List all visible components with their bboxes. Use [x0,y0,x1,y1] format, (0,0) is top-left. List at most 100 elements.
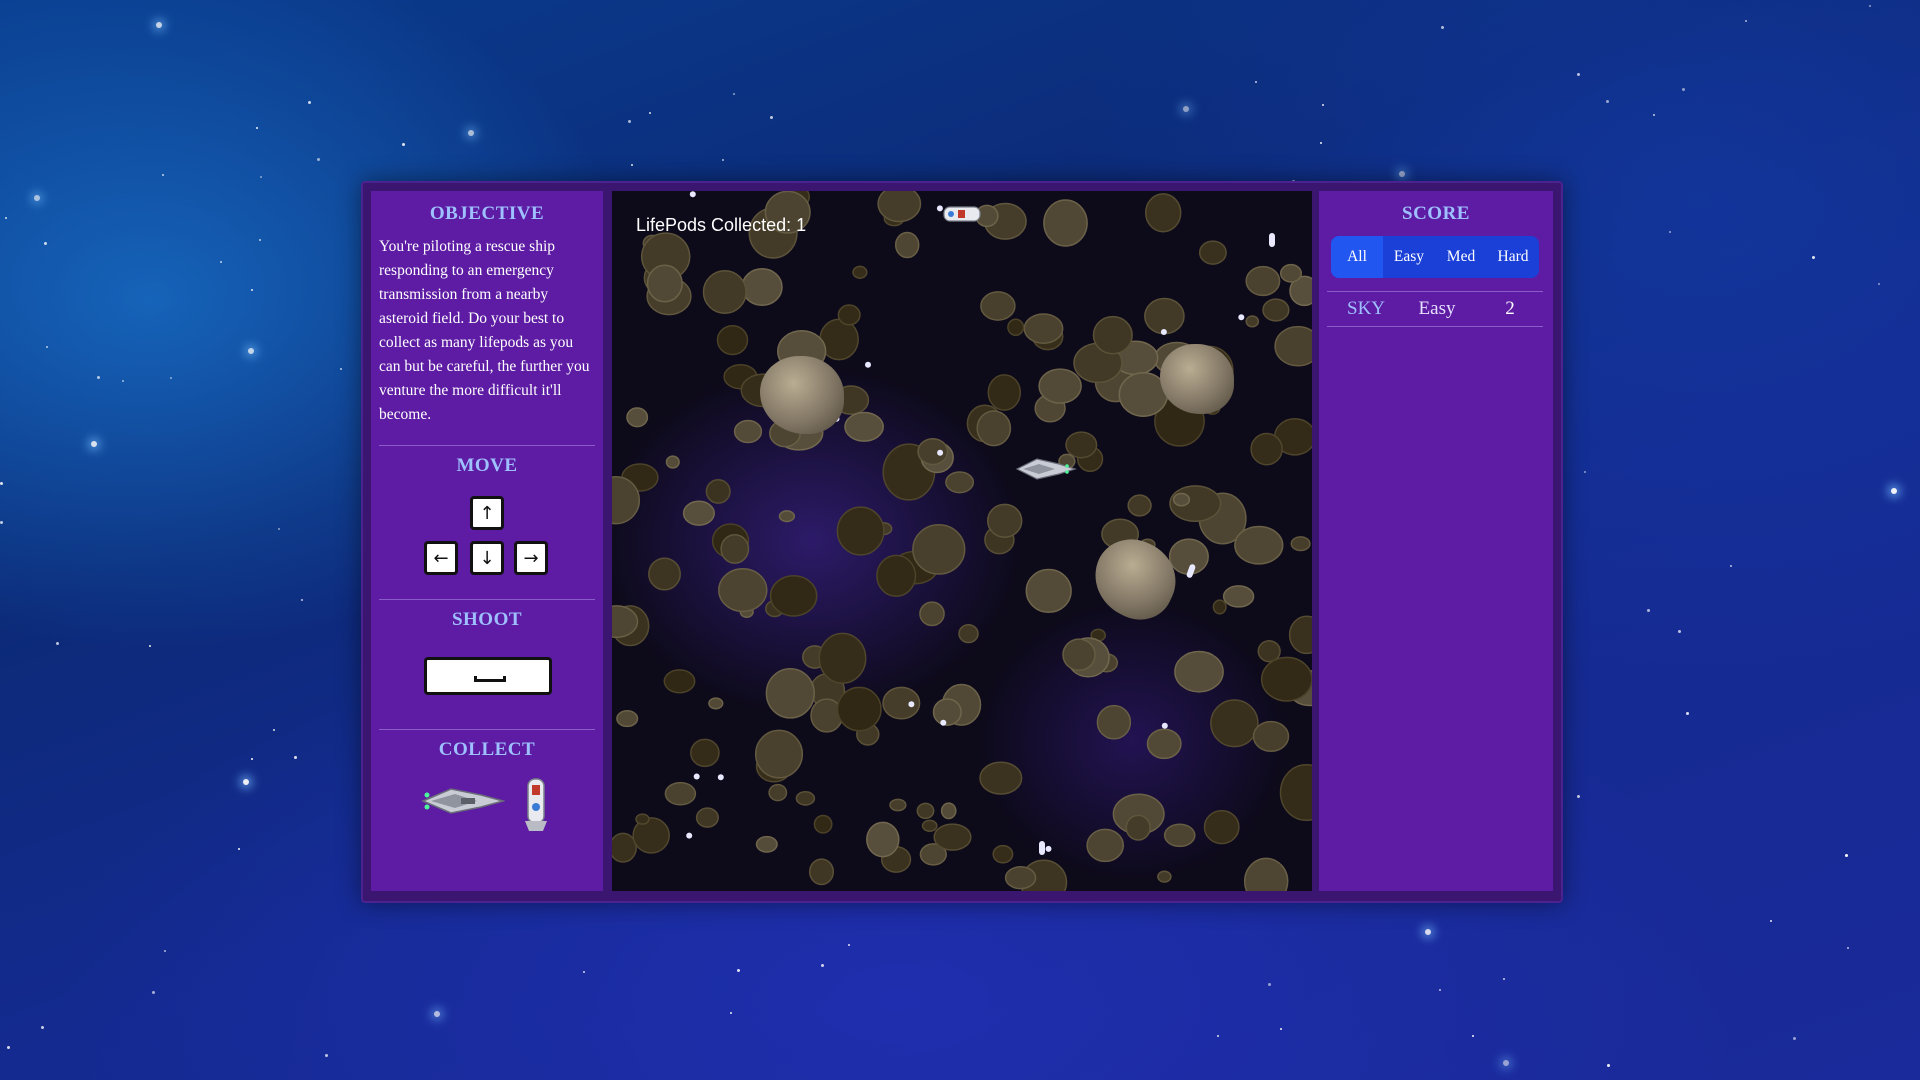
star [259,239,261,241]
star [1770,920,1772,922]
star [1869,5,1871,7]
asteroid [1210,699,1259,748]
tab-easy[interactable]: Easy [1383,236,1435,278]
asteroid [1279,263,1303,283]
star [1503,1060,1509,1066]
debris-particle [1045,845,1052,852]
star [152,991,155,994]
tab-all[interactable]: All [1331,236,1383,278]
asteroid [1043,199,1088,247]
asteroid [1062,638,1096,672]
asteroid [1174,650,1224,693]
asteroid [1203,809,1240,845]
debris-particle [1161,722,1168,729]
debris-particle [940,719,947,726]
asteroid [755,835,778,853]
asteroid [663,669,696,694]
star [340,368,342,370]
asteroid [695,807,719,828]
divider [379,445,595,446]
asteroid [866,821,900,858]
star [1653,114,1655,116]
objective-description: You're piloting a rescue ship responding… [379,238,590,423]
star [5,217,7,219]
asteroid-field [612,191,1312,891]
star [256,127,258,129]
star [56,642,59,645]
asteroid [1252,720,1290,752]
star [34,195,40,201]
game-canvas[interactable]: LifePods Collected: 1 [612,191,1312,891]
star [260,176,262,178]
star [730,1012,732,1014]
tab-hard[interactable]: Hard [1487,236,1539,278]
asteroid [720,533,750,564]
asteroid [646,264,683,303]
tab-med[interactable]: Med [1435,236,1487,278]
asteroid [852,265,868,279]
star [1878,283,1880,285]
asteroid [1146,728,1182,760]
instructions-panel: OBJECTIVE You're piloting a rescue ship … [371,191,603,891]
star [273,729,275,731]
asteroid [1096,704,1132,740]
asteroid [1245,315,1260,328]
asteroid [837,304,861,326]
asteroid [1172,492,1191,507]
asteroid [877,191,922,223]
asteroid [808,858,835,886]
asteroid [976,410,1012,447]
star [1441,26,1444,29]
debris-particle [937,449,944,456]
asteroid [836,686,882,732]
star [468,130,474,136]
asteroid [716,324,749,356]
star [1183,106,1189,112]
asteroid [1086,828,1125,863]
asteroid [1260,656,1312,702]
asteroid [690,738,720,768]
star [1745,20,1747,22]
debris-particle [908,701,915,708]
asteroid [876,554,917,597]
star [1845,854,1848,857]
star [317,158,320,161]
debris-particle [1238,314,1245,321]
asteroid [1279,763,1312,822]
asteroid [718,568,768,613]
right-arrow-key: → [514,541,548,575]
shoot-heading: SHOOT [451,609,523,630]
star [1847,947,1849,949]
spacebar-key [424,657,552,695]
left-arrow-key: ← [424,541,458,575]
lifepod-icon [525,778,547,831]
asteroid [940,802,957,820]
asteroid [1023,313,1064,344]
asteroid [894,231,920,259]
star [770,116,773,119]
star [243,779,249,785]
asteroid [912,524,966,575]
asteroid [626,407,649,428]
star [1320,142,1322,144]
star [1399,171,1405,177]
star [251,289,253,291]
star [122,380,124,382]
asteroid [1144,297,1185,335]
star [301,599,303,601]
up-arrow-key: ↑ [470,496,504,530]
score-points: 2 [1505,298,1515,319]
asteroid [1243,857,1289,891]
star [220,261,222,263]
asteroid [836,506,885,556]
divider [379,599,595,600]
asteroid [945,471,975,494]
star [1577,73,1580,76]
star [238,848,240,850]
asteroid [1127,494,1152,517]
star [91,441,97,447]
asteroid [765,667,815,719]
asteroid [708,697,724,710]
star [1280,1028,1282,1030]
asteroid [992,844,1014,864]
